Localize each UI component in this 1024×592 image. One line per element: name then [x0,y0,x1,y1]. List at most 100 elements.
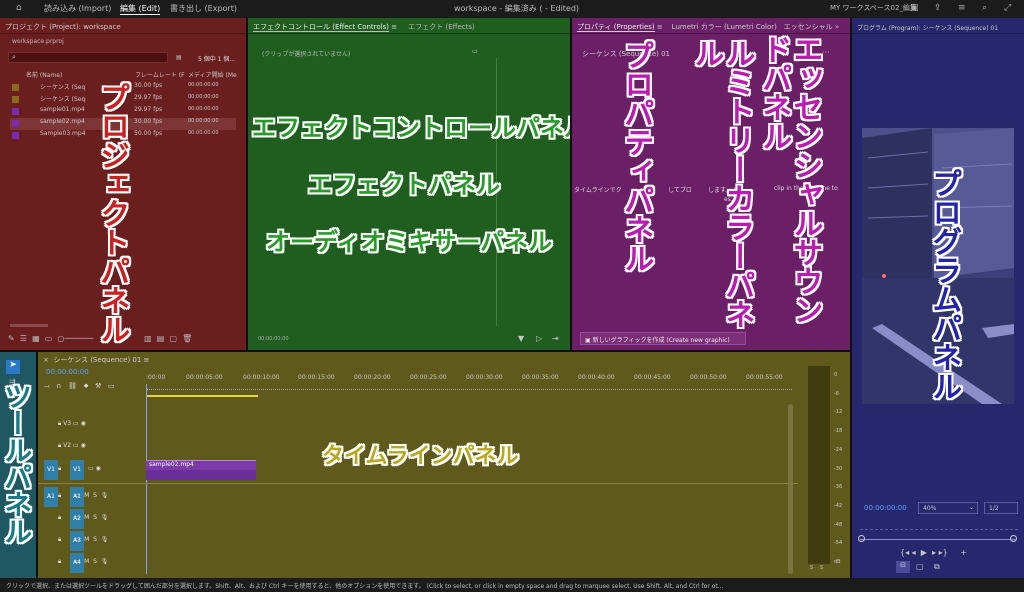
lock-icon[interactable]: 🔒︎ [58,558,61,565]
list-view-icon[interactable]: ☰ [20,334,27,343]
mark-in-icon[interactable]: {◂ [900,548,909,557]
solo-left[interactable]: S [810,565,813,571]
play-icon[interactable]: ▶ [921,548,927,557]
more-icon[interactable]: ··· [822,48,830,57]
fullscreen-icon[interactable]: ⤢ [1004,3,1011,13]
eye-icon[interactable]: ◉ [96,465,101,472]
play-icon[interactable]: ▷ [536,334,542,343]
sync-icon[interactable]: ▭ [75,514,81,521]
sync-icon[interactable]: ▭ [73,442,79,449]
lock-icon[interactable]: 🔒︎ [58,420,61,427]
export-icon[interactable]: ⇥ [552,334,559,343]
resolution-dropdown[interactable]: 1/2 [984,502,1018,514]
wrench-icon[interactable]: ⚒ [95,382,101,390]
add-icon[interactable]: + [960,548,967,557]
export-frame-icon[interactable]: ⧉ [934,562,940,572]
lock-icon[interactable]: 🔒︎ [58,492,61,499]
mic-icon[interactable]: 🎙︎ [101,536,109,543]
pencil-icon[interactable]: ✎ [8,334,15,343]
solo-icon[interactable]: S [93,558,97,565]
tab-effect-controls[interactable]: エフェクトコントロール (Effect Controls) [253,23,390,32]
scrollbar[interactable] [10,324,48,327]
scroll-handle-left[interactable] [858,535,865,542]
sync-icon[interactable]: ▭ [73,420,79,427]
menu-lines-icon[interactable]: ≡ [958,3,966,13]
snap-icon[interactable]: ∩ [56,382,61,390]
solo-right[interactable]: S [820,565,823,571]
tab-essential[interactable]: エッセンシャル [784,23,833,31]
col-name[interactable]: 名前 (Name) [26,70,62,79]
toggle-icon[interactable]: ▭ [472,48,478,55]
tab-effects[interactable]: エフェクト (Effects) [408,23,474,31]
mic-icon[interactable]: 🎙︎ [101,492,109,499]
vertical-scrollbar[interactable] [788,404,793,574]
lock-icon[interactable]: 🔒︎ [58,442,61,449]
sync-icon[interactable]: ▭ [75,492,81,499]
lock-icon[interactable]: 🔒︎ [58,514,61,521]
sync-icon[interactable]: ▭ [75,536,81,543]
solo-icon[interactable]: S [93,514,97,521]
home-icon[interactable]: ⌂ [16,3,22,13]
freeform-icon[interactable]: ▭ [45,334,53,343]
tab-properties[interactable]: プロパティ (Properties) [577,23,655,32]
track-target-v1[interactable]: V1 [70,460,84,480]
source-patch-a1[interactable]: A1 [44,487,58,507]
workspace-selector[interactable]: MY ワークスペース02_編集 [830,3,917,13]
filter-icon[interactable]: ▼ [518,334,524,343]
source-patch-v1[interactable]: V1 [44,460,58,480]
mute-icon[interactable]: M [84,514,89,521]
nest-icon[interactable]: ⤙ [44,382,50,390]
new-item-icon[interactable]: ▢ [169,334,177,343]
sync-icon[interactable]: ▭ [75,558,81,565]
search-input[interactable]: ⌕ [8,52,168,63]
video-clip-body[interactable] [146,470,256,480]
zoom-dropdown[interactable]: 40% ⌄ [918,502,978,514]
video-clip[interactable]: sample02.mp4 [146,460,256,470]
new-bin-icon[interactable]: ▤ [157,334,165,343]
program-timecode[interactable]: 00:00:00:00 [864,504,907,512]
selection-tool-icon[interactable]: ➤ [6,360,20,374]
solo-icon[interactable]: S [93,536,97,543]
lock-icon[interactable]: 🔒︎ [58,465,61,473]
tab-lumetri[interactable]: Lumetri カラー (Lumetri Color) [672,23,777,31]
work-area-bar[interactable] [146,395,258,397]
program-scrubber[interactable] [860,539,1016,540]
mic-icon[interactable]: 🎙︎ [101,558,109,565]
sync-icon[interactable]: ▭ [88,465,94,472]
col-media-start[interactable]: メディア開始 (Me [188,70,237,79]
zoom-slider[interactable]: ○────── [57,334,93,343]
col-framerate[interactable]: フレームレート (F [135,70,185,79]
mute-icon[interactable]: M [84,492,89,499]
essential-sound-label: エッセンシャルサウンドパネル [756,34,823,324]
step-forward-icon[interactable]: ▸ [932,548,936,557]
mic-icon[interactable]: 🎙︎ [101,514,109,521]
captions-icon[interactable]: ▭ [108,382,115,390]
menu-edit[interactable]: 編集 (Edit) [120,3,161,15]
step-back-icon[interactable]: ◂ [912,548,916,557]
safe-margin-icon[interactable]: ▢ [916,562,924,571]
automate-icon[interactable]: ▥ [144,334,152,343]
compare-icon[interactable]: ⊟ [896,561,910,573]
close-icon[interactable]: × [43,356,49,364]
mute-icon[interactable]: M [84,536,89,543]
search-icon[interactable]: ⌕ [982,3,987,13]
icon-view-icon[interactable]: ▦ [32,334,40,343]
mark-out-icon[interactable]: ▸} [939,548,948,557]
more-tabs-icon[interactable]: » [833,23,839,31]
scroll-handle-right[interactable] [1010,535,1017,542]
trash-icon[interactable]: 🗑 [182,334,192,343]
share-icon[interactable]: ⇪ [934,3,942,13]
eye-icon[interactable]: ◉ [81,420,86,427]
mute-icon[interactable]: M [84,558,89,565]
marker-icon[interactable]: ⬥ [84,382,89,390]
eye-icon[interactable]: ◉ [81,442,86,449]
program-ruler[interactable] [860,522,1018,530]
timeline-timecode[interactable]: 00:00:00:00 [46,368,89,376]
panel-icon[interactable]: ▣ [910,3,919,13]
linked-icon[interactable]: ⛓ [68,382,77,390]
lock-icon[interactable]: 🔒︎ [58,536,61,543]
bin-icon[interactable]: ▤ [176,54,182,61]
menu-import[interactable]: 読み込み (Import) [44,3,111,14]
menu-export[interactable]: 書き出し (Export) [170,3,237,14]
solo-icon[interactable]: S [93,492,97,499]
